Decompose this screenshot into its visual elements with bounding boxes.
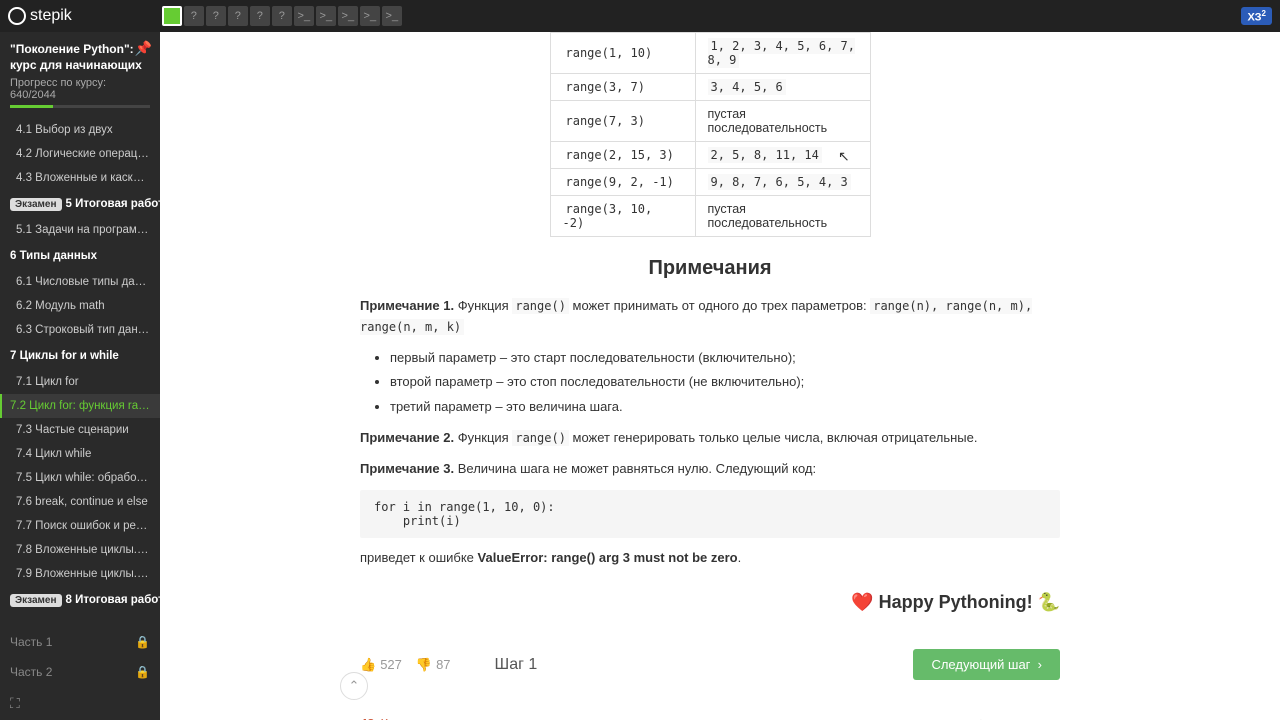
- list-item: первый параметр – это старт последовател…: [390, 348, 1060, 369]
- note-1: Примечание 1. Функция range() может прин…: [360, 296, 1060, 338]
- sidebar-item[interactable]: 7.3 Частые сценарии: [0, 418, 160, 442]
- step-1[interactable]: [162, 6, 182, 26]
- note-2: Примечание 2. Функция range() может гене…: [360, 428, 1060, 449]
- sidebar-item[interactable]: Экзамен8 Итоговая работа...: [0, 586, 160, 614]
- fullscreen-icon[interactable]: ⛶: [0, 687, 160, 720]
- step-10[interactable]: >_: [360, 6, 380, 26]
- step-6[interactable]: ?: [272, 6, 292, 26]
- sidebar-item[interactable]: 4.1 Выбор из двух: [0, 118, 160, 142]
- list-item: второй параметр – это стоп последователь…: [390, 372, 1060, 393]
- code-block: for i in range(1, 10, 0): print(i): [360, 490, 1060, 538]
- step-8[interactable]: >_: [316, 6, 336, 26]
- sidebar-item[interactable]: 6.2 Модуль math: [0, 294, 160, 318]
- step-2[interactable]: ?: [184, 6, 204, 26]
- course-title: "Поколение Python": курс для начинающих: [10, 42, 150, 73]
- content-area: range(1, 10)1, 2, 3, 4, 5, 6, 7, 8, 9ran…: [160, 32, 1280, 720]
- sidebar-item[interactable]: 6.1 Числовые типы данн...: [0, 270, 160, 294]
- step-nav: ?????>_>_>_>_>_: [162, 6, 402, 26]
- list-item: третий параметр – это величина шага.: [390, 397, 1060, 418]
- part-item[interactable]: Часть 1🔒: [0, 627, 160, 657]
- pin-icon[interactable]: 📌: [135, 40, 152, 57]
- progress-bar: [10, 105, 150, 108]
- step-4[interactable]: ?: [228, 6, 248, 26]
- sidebar-item[interactable]: 6.3 Строковый тип данных: [0, 318, 160, 342]
- notes-heading: Примечания: [360, 257, 1060, 280]
- step-5[interactable]: ?: [250, 6, 270, 26]
- step-9[interactable]: >_: [338, 6, 358, 26]
- sidebar-item[interactable]: 7.7 Поиск ошибок и ревью...: [0, 514, 160, 538]
- next-step-button[interactable]: Следующий шаг ›: [913, 649, 1060, 680]
- logo[interactable]: stepik: [8, 7, 72, 25]
- part-item[interactable]: Часть 2🔒: [0, 657, 160, 687]
- sidebar-item[interactable]: 7.1 Цикл for: [0, 370, 160, 394]
- step-label: Шаг 1: [495, 656, 538, 674]
- sidebar-item[interactable]: 7.5 Цикл while: обработка ...: [0, 466, 160, 490]
- step-11[interactable]: >_: [382, 6, 402, 26]
- sidebar-item[interactable]: 5.1 Задачи на программир...: [0, 218, 160, 242]
- user-badge[interactable]: ХЗ2: [1241, 7, 1272, 26]
- chevron-up-icon: ⌃: [349, 678, 360, 694]
- thumbs-down-icon: 👎: [416, 657, 432, 673]
- footer-bar: 👍 527 👎 87 Шаг 1 Следующий шаг ›: [360, 637, 1060, 692]
- sidebar-item[interactable]: 7.9 Вложенные циклы. Ча...: [0, 562, 160, 586]
- table-row: range(1, 10)1, 2, 3, 4, 5, 6, 7, 8, 9: [550, 33, 870, 74]
- error-text: приведет к ошибке ValueError: range() ar…: [360, 548, 1060, 569]
- sidebar-item[interactable]: 7.8 Вложенные циклы. Ча...: [0, 538, 160, 562]
- sidebar-item[interactable]: 7.6 break, continue и else: [0, 490, 160, 514]
- happy-pythoning: ❤️ Happy Pythoning! 🐍: [360, 592, 1060, 613]
- sidebar-item[interactable]: 7.2 Цикл for: функция range: [0, 394, 160, 418]
- sidebar-item[interactable]: 6 Типы данных: [0, 242, 160, 270]
- table-row: range(9, 2, -1)9, 8, 7, 6, 5, 4, 3: [550, 169, 870, 196]
- top-bar: stepik ?????>_>_>_>_>_ ХЗ2: [0, 0, 1280, 32]
- sidebar-header: 📌 "Поколение Python": курс для начинающи…: [0, 32, 160, 118]
- comments-tab[interactable]: 43Комментарии: [360, 708, 462, 720]
- like-button[interactable]: 👍 527: [360, 657, 402, 673]
- comments-header: 43Комментарии ≡ Самые обсуждаемые ⌄: [360, 708, 1060, 720]
- sidebar-item[interactable]: Экзамен5 Итоговая работа...: [0, 190, 160, 218]
- note-1-list: первый параметр – это старт последовател…: [390, 348, 1060, 418]
- range-table: range(1, 10)1, 2, 3, 4, 5, 6, 7, 8, 9ran…: [550, 32, 871, 237]
- sidebar-item[interactable]: 4.2 Логические операции: [0, 142, 160, 166]
- table-row: range(3, 7)3, 4, 5, 6: [550, 74, 870, 101]
- progress-text: Прогресс по курсу: 640/2044: [10, 77, 150, 101]
- table-row: range(2, 15, 3)2, 5, 8, 11, 14: [550, 142, 870, 169]
- scroll-top-button[interactable]: ⌃: [340, 672, 368, 700]
- logo-icon: [8, 7, 26, 25]
- thumbs-up-icon: 👍: [360, 657, 376, 673]
- table-row: range(3, 10, -2)пустая последовательност…: [550, 196, 870, 237]
- step-7[interactable]: >_: [294, 6, 314, 26]
- sidebar: 📌 "Поколение Python": курс для начинающи…: [0, 32, 160, 720]
- brand-text: stepik: [30, 7, 72, 25]
- lock-icon: 🔒: [135, 635, 150, 649]
- dislike-button[interactable]: 👎 87: [416, 657, 451, 673]
- table-row: range(7, 3)пустая последовательность: [550, 101, 870, 142]
- lock-icon: 🔒: [135, 665, 150, 679]
- sidebar-item[interactable]: 4.3 Вложенные и каскад...: [0, 166, 160, 190]
- note-3: Примечание 3. Величина шага не может рав…: [360, 459, 1060, 480]
- sidebar-item[interactable]: 7.4 Цикл while: [0, 442, 160, 466]
- step-3[interactable]: ?: [206, 6, 226, 26]
- sidebar-item[interactable]: 7 Циклы for и while: [0, 342, 160, 370]
